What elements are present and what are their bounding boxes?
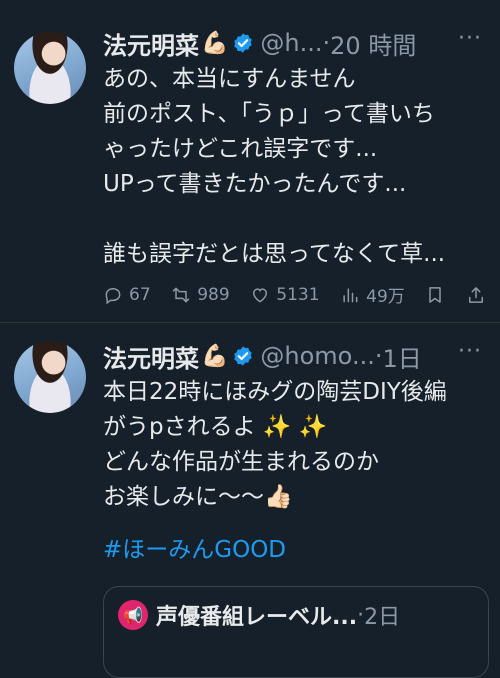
like-count: 5131 <box>276 284 320 305</box>
tweet-text-line: どんな作品が生まれるのか <box>103 449 379 475</box>
separator-dot: · <box>322 29 331 57</box>
reply-count: 67 <box>129 284 151 305</box>
repost-count: 989 <box>197 284 230 305</box>
more-options-icon[interactable]: ··· <box>458 26 482 51</box>
action-bar: 67 989 5131 49万 <box>103 282 486 307</box>
tweet-text-line: UPって書きたかったんです... <box>103 171 407 197</box>
tweet-text-line: あの、本当にすんません <box>103 66 356 92</box>
display-name[interactable]: 法元明菜 <box>103 26 199 61</box>
flexed-biceps-emoji: 💪🏻 <box>201 343 229 369</box>
megaphone-icon: 📢 <box>118 600 148 630</box>
flexed-biceps-emoji: 💪🏻 <box>201 30 229 56</box>
avatar[interactable] <box>14 32 86 104</box>
tweet-text-line: 誰も誤字だとは思ってなくて草... <box>103 241 446 267</box>
view-count: 49万 <box>366 287 405 307</box>
verified-badge-icon <box>234 346 253 366</box>
timestamp[interactable]: 1日 <box>382 339 421 374</box>
display-name[interactable]: 法元明菜 <box>103 339 199 374</box>
tweet[interactable]: 法元明菜 💪🏻 @homo... · 1日 ··· 本日22時にほみグの陶芸DI… <box>0 323 500 678</box>
share-button[interactable] <box>466 285 486 305</box>
verified-badge-icon <box>234 33 253 53</box>
quoted-post-header: 📢 声優番組レーベル... · 2日 <box>104 587 488 643</box>
like-button[interactable]: 5131 <box>250 284 320 305</box>
avatar[interactable] <box>14 341 86 413</box>
share-icon <box>468 286 483 303</box>
reply-icon <box>105 287 121 304</box>
quoted-timestamp[interactable]: 2日 <box>364 599 400 631</box>
tweet-content: 法元明菜 💪🏻 @homo... · 1日 ··· 本日22時にほみグの陶芸DI… <box>103 339 486 568</box>
views-button[interactable]: 49万 <box>340 282 405 307</box>
user-handle[interactable]: @homo... <box>260 342 374 370</box>
tweet-text-line: お楽しみに〜〜👍🏻 <box>103 484 293 510</box>
repost-icon <box>172 287 190 302</box>
heart-icon <box>253 287 268 303</box>
tweet-text-line: がうpされるよ ✨ ✨ <box>103 414 328 440</box>
user-handle[interactable]: @h... <box>260 29 322 57</box>
hashtag-link[interactable]: #ほーみんGOOD <box>103 533 486 568</box>
repost-button[interactable]: 989 <box>171 284 230 305</box>
bookmark-icon <box>429 286 442 303</box>
more-options-icon[interactable]: ··· <box>458 339 482 364</box>
tweet-text-line: 前のポスト、「うｐ」って書いち <box>103 101 435 127</box>
reply-button[interactable]: 67 <box>103 285 151 305</box>
tweet-text-line: 本日22時にほみグの陶芸DIY後編 <box>103 379 447 405</box>
tweet-header: 法元明菜 💪🏻 @homo... · 1日 ··· <box>103 339 486 373</box>
separator-dot: · <box>374 342 383 370</box>
tweet[interactable]: 法元明菜 💪🏻 @h... · 20 時間 ··· あの、本当にすんません 前の… <box>0 0 500 323</box>
quoted-post[interactable]: 📢 声優番組レーベル... · 2日 <box>103 586 489 678</box>
tweet-text: 本日22時にほみグの陶芸DIY後編 がうpされるよ ✨ ✨ どんな作品が生まれる… <box>103 375 486 568</box>
tweet-header: 法元明菜 💪🏻 @h... · 20 時間 ··· <box>103 26 486 60</box>
tweet-text: あの、本当にすんません 前のポスト、「うｐ」って書いち ゃったけどこれ誤字です.… <box>103 62 486 272</box>
tweet-text-line <box>103 202 486 237</box>
quoted-display-name[interactable]: 声優番組レーベル... <box>156 599 357 631</box>
bookmark-button[interactable] <box>425 285 445 305</box>
tweet-text-line: ゃったけどこれ誤字です... <box>103 136 378 162</box>
separator-dot: · <box>357 602 365 628</box>
tweet-content: 法元明菜 💪🏻 @h... · 20 時間 ··· あの、本当にすんません 前の… <box>103 26 486 272</box>
timestamp[interactable]: 20 時間 <box>330 26 416 61</box>
views-chart-icon <box>343 287 358 302</box>
